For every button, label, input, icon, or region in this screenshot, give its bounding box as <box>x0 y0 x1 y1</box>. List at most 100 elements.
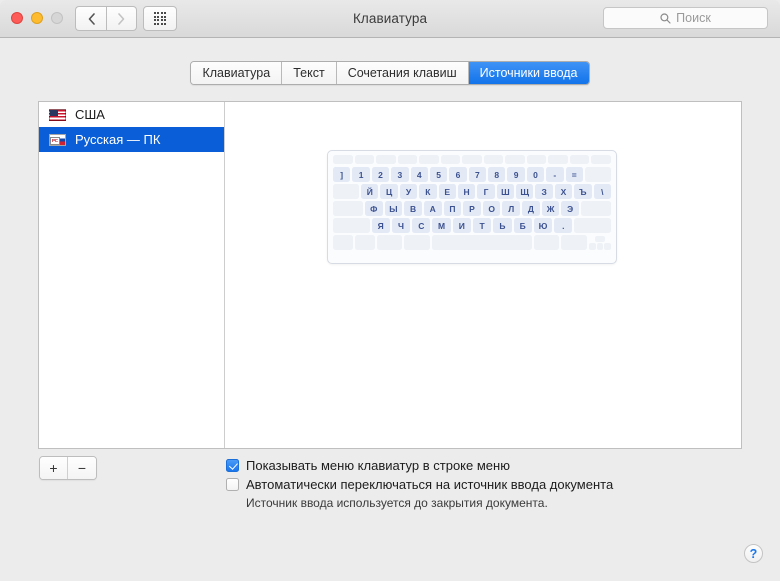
key-u: У <box>399 184 418 199</box>
option-label: Показывать меню клавиатур в строке меню <box>246 458 510 473</box>
key-te: Т <box>472 218 492 233</box>
list-item-label: США <box>75 107 105 122</box>
key-equals: = <box>565 167 583 182</box>
key-e: Э <box>561 201 580 216</box>
search-placeholder: Поиск <box>676 11 711 25</box>
key-ha: Х <box>554 184 573 199</box>
preferences-window: Клавиатура Поиск Клавиатура Текст Сочета… <box>0 0 780 581</box>
key-blank <box>483 155 504 164</box>
key-option-right <box>561 235 588 250</box>
key-ya: Я <box>371 218 390 233</box>
key-delete <box>584 167 611 182</box>
key-che: Ч <box>391 218 411 233</box>
key-es: С <box>412 218 431 233</box>
add-input-source-button[interactable]: + <box>40 457 68 479</box>
option-show-keyboard-menu[interactable]: Показывать меню клавиатур в строке меню <box>226 458 746 473</box>
option-note: Источник ввода используется до закрытия … <box>246 496 548 510</box>
key-space <box>432 235 532 250</box>
key-arrows-lrd <box>589 243 611 250</box>
key-0: 0 <box>526 167 545 182</box>
key-blank <box>440 155 461 164</box>
options-group: Показывать меню клавиатур в строке меню … <box>226 458 746 510</box>
key-arrow-right <box>604 243 611 250</box>
keyboard-row-bottom-letters: Я Ч С М И Т Ь Б Ю . <box>333 218 611 233</box>
key-command-right <box>533 235 560 250</box>
option-auto-switch-source[interactable]: Автоматически переключаться на источник … <box>226 477 746 492</box>
key-blank <box>419 155 439 164</box>
search-input[interactable]: Поиск <box>603 7 768 29</box>
ru-flag-icon: РС <box>49 133 66 146</box>
key-return <box>581 201 612 216</box>
tab-bar: Клавиатура Текст Сочетания клавиш Источн… <box>0 61 780 85</box>
key-yeru: Ы <box>384 201 403 216</box>
key-er: Р <box>463 201 481 216</box>
key-7: 7 <box>468 167 486 182</box>
tab-keyboard[interactable]: Клавиатура <box>191 62 283 84</box>
tab-shortcuts[interactable]: Сочетания клавиш <box>336 62 469 84</box>
key-control <box>354 235 375 250</box>
remove-input-source-button[interactable]: − <box>68 457 96 479</box>
key-blank <box>591 155 611 164</box>
key-minus: - <box>546 167 564 182</box>
key-arrow-left <box>589 243 596 250</box>
key-blank <box>569 155 590 164</box>
keyboard-row-modifiers <box>333 235 611 250</box>
key-6: 6 <box>449 167 467 182</box>
key-i: И <box>452 218 471 233</box>
key-hard-sign: Ъ <box>574 184 592 199</box>
key-blank <box>333 155 353 164</box>
key-tse: Ц <box>380 184 398 199</box>
list-item-usa[interactable]: США <box>39 102 224 127</box>
tab-text[interactable]: Текст <box>282 62 337 84</box>
keyboard-layout-preview: ] 1 2 3 4 5 6 7 8 9 0 - = Й Ц У К Е Н Г … <box>327 150 617 264</box>
input-source-list[interactable]: США РС Русская — ПК <box>39 102 225 448</box>
key-fn <box>333 235 353 250</box>
key-2: 2 <box>371 167 390 182</box>
option-label: Автоматически переключаться на источник … <box>246 477 614 492</box>
key-ye: Е <box>438 184 456 199</box>
key-blank <box>526 155 547 164</box>
key-period: . <box>554 218 573 233</box>
key-sha: Ш <box>496 184 515 199</box>
checkbox-auto-switch-source[interactable] <box>226 478 239 491</box>
list-edit-buttons: + − <box>39 456 97 480</box>
key-ef: Ф <box>364 201 383 216</box>
key-blank <box>376 155 396 164</box>
key-ve: В <box>404 201 422 216</box>
key-1: 1 <box>352 167 370 182</box>
key-em: М <box>432 218 451 233</box>
list-item-russian-pc[interactable]: РС Русская — ПК <box>39 127 224 152</box>
content-panel: США РС Русская — ПК] 1 2 3 4 5 6 7 8 9 … <box>38 101 742 449</box>
checkbox-show-keyboard-menu[interactable] <box>226 459 239 472</box>
key-de: Д <box>522 201 540 216</box>
key-caps-lock <box>333 201 363 216</box>
keyboard-row-top-letters: Й Ц У К Е Н Г Ш Щ З Х Ъ \ <box>333 184 611 199</box>
key-blank <box>548 155 568 164</box>
keyboard-preview-panel: ] 1 2 3 4 5 6 7 8 9 0 - = Й Ц У К Е Н Г … <box>225 102 741 448</box>
help-button[interactable]: ? <box>744 544 763 563</box>
key-tab <box>333 184 360 199</box>
key-soft-sign: Ь <box>493 218 512 233</box>
tab-input-sources[interactable]: Источники ввода <box>468 62 589 84</box>
key-pe: П <box>443 201 462 216</box>
key-5: 5 <box>429 167 448 182</box>
key-shcha: Щ <box>516 184 534 199</box>
key-blank <box>462 155 482 164</box>
key-arrow-cluster <box>589 235 611 250</box>
key-en: Н <box>457 184 476 199</box>
keyboard-row-function <box>333 155 611 164</box>
keyboard-row-home: Ф Ы В А П Р О Л Д Ж Э <box>333 201 612 216</box>
key-backslash: \ <box>593 184 611 199</box>
key-be: Б <box>513 218 532 233</box>
key-4: 4 <box>410 167 428 182</box>
key-8: 8 <box>488 167 506 182</box>
key-blank <box>397 155 418 164</box>
key-zhe: Ж <box>541 201 560 216</box>
key-3: 3 <box>391 167 409 182</box>
key-arrow-down <box>596 243 604 250</box>
key-blank <box>505 155 525 164</box>
list-item-label: Русская — ПК <box>75 132 161 147</box>
key-ghe: Г <box>477 184 495 199</box>
us-flag-icon <box>49 108 66 121</box>
key-ze: З <box>535 184 553 199</box>
